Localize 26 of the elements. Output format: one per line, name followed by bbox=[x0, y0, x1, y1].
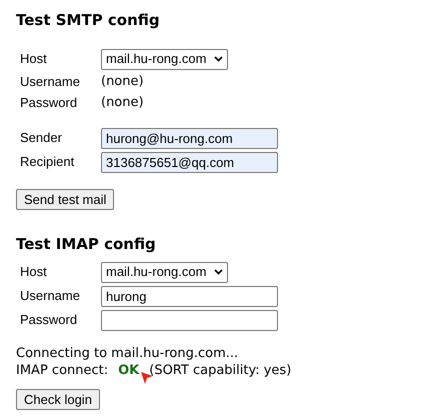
field-label: Username bbox=[20, 72, 81, 91]
field-label: Host bbox=[20, 50, 48, 68]
section-heading: Test SMTP config bbox=[16, 10, 161, 29]
text-input[interactable]: 3136875651@qq.com bbox=[101, 152, 278, 172]
text-input[interactable]: hurong bbox=[101, 286, 278, 306]
host-select[interactable]: mail.hu-rong.com bbox=[101, 262, 228, 282]
host-select[interactable]: mail.hu-rong.com bbox=[101, 48, 228, 70]
section-heading: Test IMAP config bbox=[16, 234, 157, 253]
submit-button[interactable]: Send test mail bbox=[16, 189, 114, 210]
text-input[interactable]: hurong@hu-rong.com bbox=[101, 128, 278, 148]
field-label: Username bbox=[20, 287, 81, 306]
status-text: IMAP connect: bbox=[16, 362, 108, 379]
text-input[interactable] bbox=[101, 310, 278, 330]
field-label: Host bbox=[20, 263, 48, 282]
chevron-down-icon bbox=[214, 269, 223, 275]
field-label: Password bbox=[20, 94, 78, 112]
status-note: (SORT capability: yes) bbox=[149, 362, 292, 379]
submit-button[interactable]: Check login bbox=[16, 389, 100, 410]
chevron-down-icon bbox=[214, 56, 223, 62]
field-value: (none) bbox=[101, 94, 144, 112]
status-text: Connecting to mail.hu-rong.com... bbox=[16, 345, 240, 362]
field-label: Password bbox=[20, 311, 78, 330]
field-label: Recipient bbox=[20, 153, 76, 172]
field-value: (none) bbox=[101, 72, 144, 91]
field-label: Sender bbox=[20, 129, 63, 148]
status-result: OK bbox=[118, 362, 140, 379]
